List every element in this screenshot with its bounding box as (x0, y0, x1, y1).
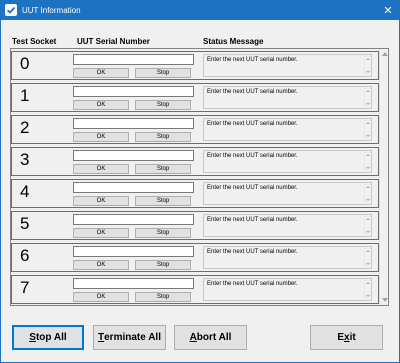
ok-button[interactable]: OK (73, 164, 129, 174)
ok-button[interactable]: OK (73, 292, 129, 302)
status-scrollbar[interactable] (364, 120, 370, 139)
header-status-message: Status Message (203, 37, 264, 46)
abort-all-label: bort All (196, 332, 232, 343)
stop-all-mnemonic: S (29, 332, 36, 343)
socket-number: 2 (20, 118, 30, 137)
serial-number-input[interactable] (73, 278, 194, 289)
socket-number: 4 (20, 182, 30, 201)
status-message: Enter the next UUT serial number. (203, 246, 372, 269)
stop-button[interactable]: Stop (135, 196, 191, 206)
status-message: Enter the next UUT serial number. (203, 150, 372, 173)
stop-all-button[interactable]: Stop All (12, 325, 84, 350)
header-test-socket: Test Socket (12, 37, 57, 46)
close-button[interactable]: ✕ (376, 0, 400, 20)
serial-number-input[interactable] (73, 214, 194, 225)
stop-button[interactable]: Stop (135, 164, 191, 174)
serial-number-input[interactable] (73, 246, 194, 257)
serial-number-input[interactable] (73, 54, 194, 65)
stop-button[interactable]: Stop (135, 292, 191, 302)
status-scrollbar[interactable] (364, 280, 370, 299)
status-text: Enter the next UUT serial number. (207, 217, 298, 223)
socket-number: 1 (20, 86, 30, 105)
status-text: Enter the next UUT serial number. (207, 153, 298, 159)
serial-number-input[interactable] (73, 150, 194, 161)
serial-number-input[interactable] (73, 182, 194, 193)
terminate-all-button[interactable]: Terminate All (93, 325, 166, 350)
socket-row: 7 OK Stop Enter the next UUT serial numb… (11, 275, 379, 305)
status-message: Enter the next UUT serial number. (203, 278, 372, 301)
status-message: Enter the next UUT serial number. (203, 118, 372, 141)
ok-button[interactable]: OK (73, 132, 129, 142)
stop-button[interactable]: Stop (135, 68, 191, 78)
socket-row: 1 OK Stop Enter the next UUT serial numb… (11, 83, 379, 114)
stop-button[interactable]: Stop (135, 260, 191, 270)
window-title: UUT Information (22, 5, 81, 15)
ok-button[interactable]: OK (73, 100, 129, 110)
exit-label-end: it (349, 332, 356, 343)
status-text: Enter the next UUT serial number. (207, 121, 298, 127)
stop-button[interactable]: Stop (135, 100, 191, 110)
socket-list[interactable]: 0 OK Stop Enter the next UUT serial numb… (10, 48, 389, 306)
ok-button[interactable]: OK (73, 68, 129, 78)
status-scrollbar[interactable] (364, 216, 370, 235)
status-text: Enter the next UUT serial number. (207, 57, 298, 63)
socket-number: 7 (20, 278, 30, 297)
ok-button[interactable]: OK (73, 228, 129, 238)
abort-all-button[interactable]: Abort All (174, 325, 247, 350)
status-text: Enter the next UUT serial number. (207, 281, 298, 287)
stop-button[interactable]: Stop (135, 132, 191, 142)
header-serial-number: UUT Serial Number (77, 37, 150, 46)
socket-number: 6 (20, 246, 30, 265)
exit-button[interactable]: Ex it (310, 325, 383, 350)
socket-row: 4 OK Stop Enter the next UUT serial numb… (11, 179, 379, 210)
checkmark-app-icon (5, 4, 17, 16)
status-scrollbar[interactable] (364, 88, 370, 107)
close-icon: ✕ (383, 4, 393, 17)
socket-row: 6 OK Stop Enter the next UUT serial numb… (11, 243, 379, 274)
socket-row: 3 OK Stop Enter the next UUT serial numb… (11, 147, 379, 178)
stop-all-label: top All (35, 332, 67, 343)
ok-button[interactable]: OK (73, 260, 129, 270)
socket-row: 2 OK Stop Enter the next UUT serial numb… (11, 115, 379, 146)
serial-number-input[interactable] (73, 118, 194, 129)
socket-row: 5 OK Stop Enter the next UUT serial numb… (11, 211, 379, 242)
abort-all-mnemonic: A (189, 332, 197, 343)
ok-button[interactable]: OK (73, 196, 129, 206)
status-text: Enter the next UUT serial number. (207, 89, 298, 95)
title-bar[interactable]: UUT Information ✕ (0, 0, 400, 20)
terminate-all-label: erminate All (104, 332, 161, 343)
stop-button[interactable]: Stop (135, 228, 191, 238)
status-message: Enter the next UUT serial number. (203, 54, 372, 77)
socket-number: 3 (20, 150, 30, 169)
exit-label-start: E (337, 332, 344, 343)
status-scrollbar[interactable] (364, 184, 370, 203)
socket-number: 0 (20, 54, 30, 73)
status-message: Enter the next UUT serial number. (203, 182, 372, 205)
status-scrollbar[interactable] (364, 152, 370, 171)
status-text: Enter the next UUT serial number. (207, 249, 298, 255)
status-message: Enter the next UUT serial number. (203, 214, 372, 237)
serial-number-input[interactable] (73, 86, 194, 97)
list-scrollbar[interactable] (379, 49, 388, 305)
socket-row: 0 OK Stop Enter the next UUT serial numb… (11, 51, 379, 82)
status-text: Enter the next UUT serial number. (207, 185, 298, 191)
status-scrollbar[interactable] (364, 56, 370, 75)
status-message: Enter the next UUT serial number. (203, 86, 372, 109)
socket-number: 5 (20, 214, 30, 233)
scroll-up-arrow-icon[interactable] (382, 52, 388, 56)
status-scrollbar[interactable] (364, 248, 370, 267)
scroll-down-arrow-icon[interactable] (382, 298, 388, 302)
